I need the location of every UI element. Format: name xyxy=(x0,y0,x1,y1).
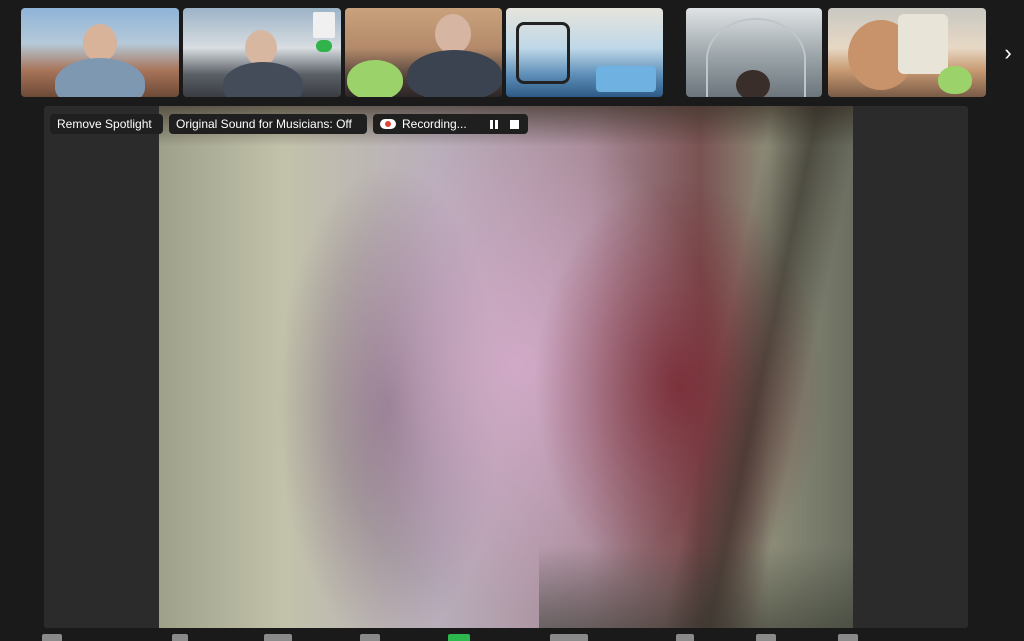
record-icon[interactable] xyxy=(550,634,588,641)
rock-shadow-bottom xyxy=(539,546,853,628)
floor-mat xyxy=(596,66,656,92)
participants-icon[interactable] xyxy=(264,634,292,641)
chat-icon[interactable] xyxy=(360,634,380,641)
participant-body xyxy=(407,50,502,97)
chevron-right-icon[interactable]: › xyxy=(996,38,1020,68)
participant-tile-6[interactable] xyxy=(828,8,986,97)
participant-head xyxy=(435,14,471,54)
line-badge xyxy=(316,40,332,52)
pillow xyxy=(898,14,948,74)
cloud-record-icon xyxy=(380,117,396,131)
pause-icon[interactable] xyxy=(487,117,501,131)
frog-plush-icon xyxy=(938,66,972,94)
participant-tile-2[interactable] xyxy=(183,8,341,97)
share-icon[interactable] xyxy=(448,634,470,641)
recording-indicator: Recording... xyxy=(373,114,528,134)
participant-tile-1[interactable] xyxy=(21,8,179,97)
participant-head xyxy=(245,30,277,66)
reactions-icon[interactable] xyxy=(676,634,694,641)
participant-head xyxy=(83,24,117,62)
spotlight-video xyxy=(159,106,853,628)
participant-tile-4[interactable] xyxy=(506,8,663,97)
more-icon[interactable] xyxy=(838,634,858,641)
qr-sign xyxy=(313,12,335,38)
original-sound-button[interactable]: Original Sound for Musicians: Off xyxy=(169,114,367,134)
recording-label: Recording... xyxy=(402,117,467,131)
gallery-strip: › xyxy=(0,0,1024,106)
stop-icon[interactable] xyxy=(507,117,521,131)
apps-icon[interactable] xyxy=(756,634,776,641)
participant-head xyxy=(736,70,770,97)
frog-plush-icon xyxy=(347,60,403,97)
meeting-toolbar xyxy=(0,628,1024,641)
wheelchair-icon xyxy=(516,22,570,84)
security-icon[interactable] xyxy=(172,634,188,641)
participant-tile-5[interactable] xyxy=(686,8,822,97)
remove-spotlight-button[interactable]: Remove Spotlight xyxy=(50,114,163,134)
participant-tile-3[interactable] xyxy=(345,8,502,97)
video-icon[interactable] xyxy=(42,634,62,641)
